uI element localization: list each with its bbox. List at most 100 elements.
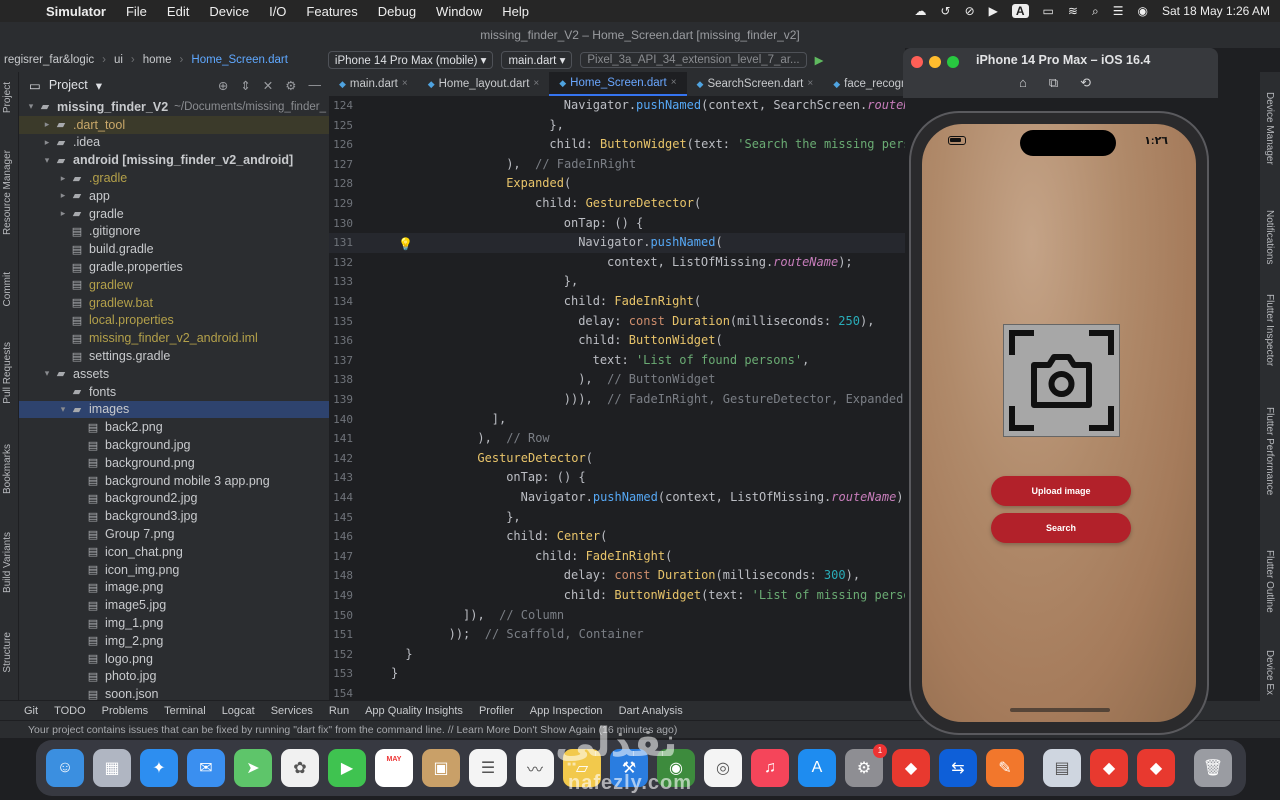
siri-icon[interactable]: ◉	[1137, 4, 1147, 18]
battery-icon[interactable]: ▭	[1043, 4, 1054, 18]
code-line[interactable]: 136 child: ButtonWidget(	[329, 331, 905, 351]
code-line[interactable]: 129 child: GestureDetector(	[329, 194, 905, 214]
menu-io[interactable]: I/O	[259, 4, 296, 19]
code-line[interactable]: 131 Navigator.pushNamed(💡	[329, 233, 905, 253]
code-line[interactable]: 140],	[329, 410, 905, 430]
chrome-app-icon[interactable]: ◎	[704, 749, 742, 787]
tree-item[interactable]: ▰ fonts	[19, 383, 329, 401]
tree-item[interactable]: ▤ local.properties	[19, 312, 329, 330]
app-store-app-icon[interactable]: A	[798, 749, 836, 787]
menu-help[interactable]: Help	[492, 4, 539, 19]
editor-tab[interactable]: ◆ SearchScreen.dart ×	[687, 72, 824, 96]
tree-item[interactable]: ▤ build.gradle	[19, 240, 329, 258]
locate-icon[interactable]: ⊕	[218, 78, 228, 93]
launchpad-app-icon[interactable]: ▦	[93, 749, 131, 787]
tree-item[interactable]: ▤ settings.gradle	[19, 347, 329, 365]
home-indicator[interactable]	[1010, 708, 1110, 712]
bottom-tool-button[interactable]: Run	[329, 705, 349, 717]
tree-item[interactable]: ▤ .gitignore	[19, 223, 329, 241]
photos-app-icon[interactable]: ✿	[281, 749, 319, 787]
close-icon[interactable]: ×	[807, 72, 813, 96]
menu-app-name[interactable]: Simulator	[36, 4, 116, 19]
menu-device[interactable]: Device	[199, 4, 259, 19]
code-line[interactable]: 139))), // FadeInRight, GestureDetector,…	[329, 390, 905, 410]
tree-item[interactable]: ▤ background2.jpg	[19, 490, 329, 508]
chevron-icon[interactable]: ▾	[41, 155, 53, 166]
menu-file[interactable]: File	[116, 4, 157, 19]
bottom-tool-button[interactable]: Profiler	[479, 705, 514, 717]
tree-item[interactable]: ▤ background mobile 3 app.png	[19, 472, 329, 490]
tree-item[interactable]: ▤ background3.jpg	[19, 507, 329, 525]
focus-icon[interactable]: ⊘	[965, 4, 975, 18]
bottom-tool-button[interactable]: Services	[271, 705, 313, 717]
teamviewer-app-icon[interactable]: ⇆	[939, 749, 977, 787]
tree-item[interactable]: ▤ gradlew	[19, 276, 329, 294]
home-icon[interactable]: ⌂	[1019, 75, 1027, 91]
chevron-icon[interactable]: ▸	[57, 208, 69, 219]
code-line[interactable]: 142 GestureDetector(	[329, 449, 905, 469]
settings-app-icon[interactable]: ⚙ 1	[845, 744, 887, 787]
tree-item[interactable]: ▾ ▰ missing_finder_V2 ~/Documents/missing_f…	[19, 98, 329, 116]
bottom-tool-button[interactable]: App Inspection	[530, 705, 603, 717]
close-window-button[interactable]	[911, 56, 923, 68]
tool-commit[interactable]: Commit	[2, 272, 13, 306]
bottom-tool-button[interactable]: Git	[24, 705, 38, 717]
run-icon[interactable]: ▶	[815, 53, 824, 67]
tree-item[interactable]: ▾ ▰ assets	[19, 365, 329, 383]
breadcrumb-file[interactable]: Home_Screen.dart	[191, 54, 288, 66]
bottom-tool-button[interactable]: App Quality Insights	[365, 705, 463, 717]
bottom-tool-button[interactable]: TODO	[54, 705, 86, 717]
menu-clock[interactable]: Sat 18 May 1:26 AM	[1162, 4, 1270, 18]
code-line[interactable]: 127), // FadeInRight	[329, 155, 905, 175]
code-line[interactable]: 134 child: FadeInRight(	[329, 292, 905, 312]
close-icon[interactable]: ×	[533, 72, 539, 96]
bottom-tool-button[interactable]: Terminal	[164, 705, 206, 717]
search-button[interactable]: Search	[991, 513, 1131, 543]
tree-item[interactable]: ▤ image5.jpg	[19, 596, 329, 614]
code-line[interactable]: 124 Navigator.pushNamed(context, SearchSc…	[329, 96, 905, 116]
tree-item[interactable]: ▤ Group 7.png	[19, 525, 329, 543]
code-line[interactable]: 126 child: ButtonWidget(text: 'Search the…	[329, 135, 905, 155]
anydesk-2-app-icon[interactable]: ◆	[1090, 749, 1128, 787]
tool-resource-manager[interactable]: Resource Manager	[2, 150, 13, 235]
tree-item[interactable]: ▤ img_1.png	[19, 614, 329, 632]
emulator-selector[interactable]: Pixel_3a_API_34_extension_level_7_ar...	[580, 52, 807, 68]
tree-item[interactable]: ▤ back2.png	[19, 418, 329, 436]
freeform-app-icon[interactable]: 〰	[516, 749, 554, 787]
chevron-icon[interactable]: ▸	[41, 137, 53, 148]
tree-item[interactable]: ▤ soon.json	[19, 685, 329, 700]
expand-all-icon[interactable]: ⇕	[240, 78, 250, 93]
breadcrumb-ui[interactable]: ui	[114, 54, 123, 66]
code-line[interactable]: 135 delay: const Duration(milliseconds: 2…	[329, 312, 905, 332]
chevron-icon[interactable]: ▾	[25, 101, 37, 112]
tree-item[interactable]: ▸ ▰ .dart_tool	[19, 115, 329, 134]
code-line[interactable]: 128 Expanded(	[329, 174, 905, 194]
tree-item[interactable]: ▤ photo.jpg	[19, 668, 329, 686]
menu-edit[interactable]: Edit	[157, 4, 199, 19]
minimize-window-button[interactable]	[929, 56, 941, 68]
project-view-selector[interactable]: Project	[49, 78, 88, 92]
run-config-selector[interactable]: main.dart ▾	[501, 51, 573, 69]
wifi-icon[interactable]: ≋	[1068, 4, 1078, 18]
code-line[interactable]: 125},	[329, 116, 905, 136]
collapse-all-icon[interactable]: ✕	[263, 78, 273, 93]
tool-notifications[interactable]: Notifications	[1264, 210, 1275, 264]
device-selector[interactable]: iPhone 14 Pro Max (mobile) ▾	[327, 51, 494, 69]
tool-flutter-inspector[interactable]: Flutter Inspector	[1264, 294, 1275, 366]
tree-item[interactable]: ▤ img_2.png	[19, 632, 329, 650]
gear-icon[interactable]: ⚙	[285, 78, 296, 93]
chevron-icon[interactable]: ▾	[41, 368, 53, 379]
code-area[interactable]: 124 Navigator.pushNamed(context, SearchSc…	[329, 96, 905, 700]
chevron-down-icon[interactable]: ▾	[96, 78, 102, 93]
tool-pull-requests[interactable]: Pull Requests	[2, 342, 13, 404]
anydesk-3-app-icon[interactable]: ◆	[1137, 749, 1175, 787]
tree-item[interactable]: ▤ background.png	[19, 454, 329, 472]
editor-tab[interactable]: ◆ main.dart ×	[329, 72, 418, 96]
camera-scan-image[interactable]	[1003, 324, 1120, 437]
menu-features[interactable]: Features	[296, 4, 367, 19]
editor-tab[interactable]: ◆ Home_layout.dart ×	[418, 72, 550, 96]
trash-app-icon[interactable]: 🗑	[1194, 749, 1232, 787]
facetime-app-icon[interactable]: ▶	[328, 749, 366, 787]
code-line[interactable]: 151)); // Scaffold, Container	[329, 625, 905, 645]
tool-structure[interactable]: Structure	[2, 632, 13, 673]
